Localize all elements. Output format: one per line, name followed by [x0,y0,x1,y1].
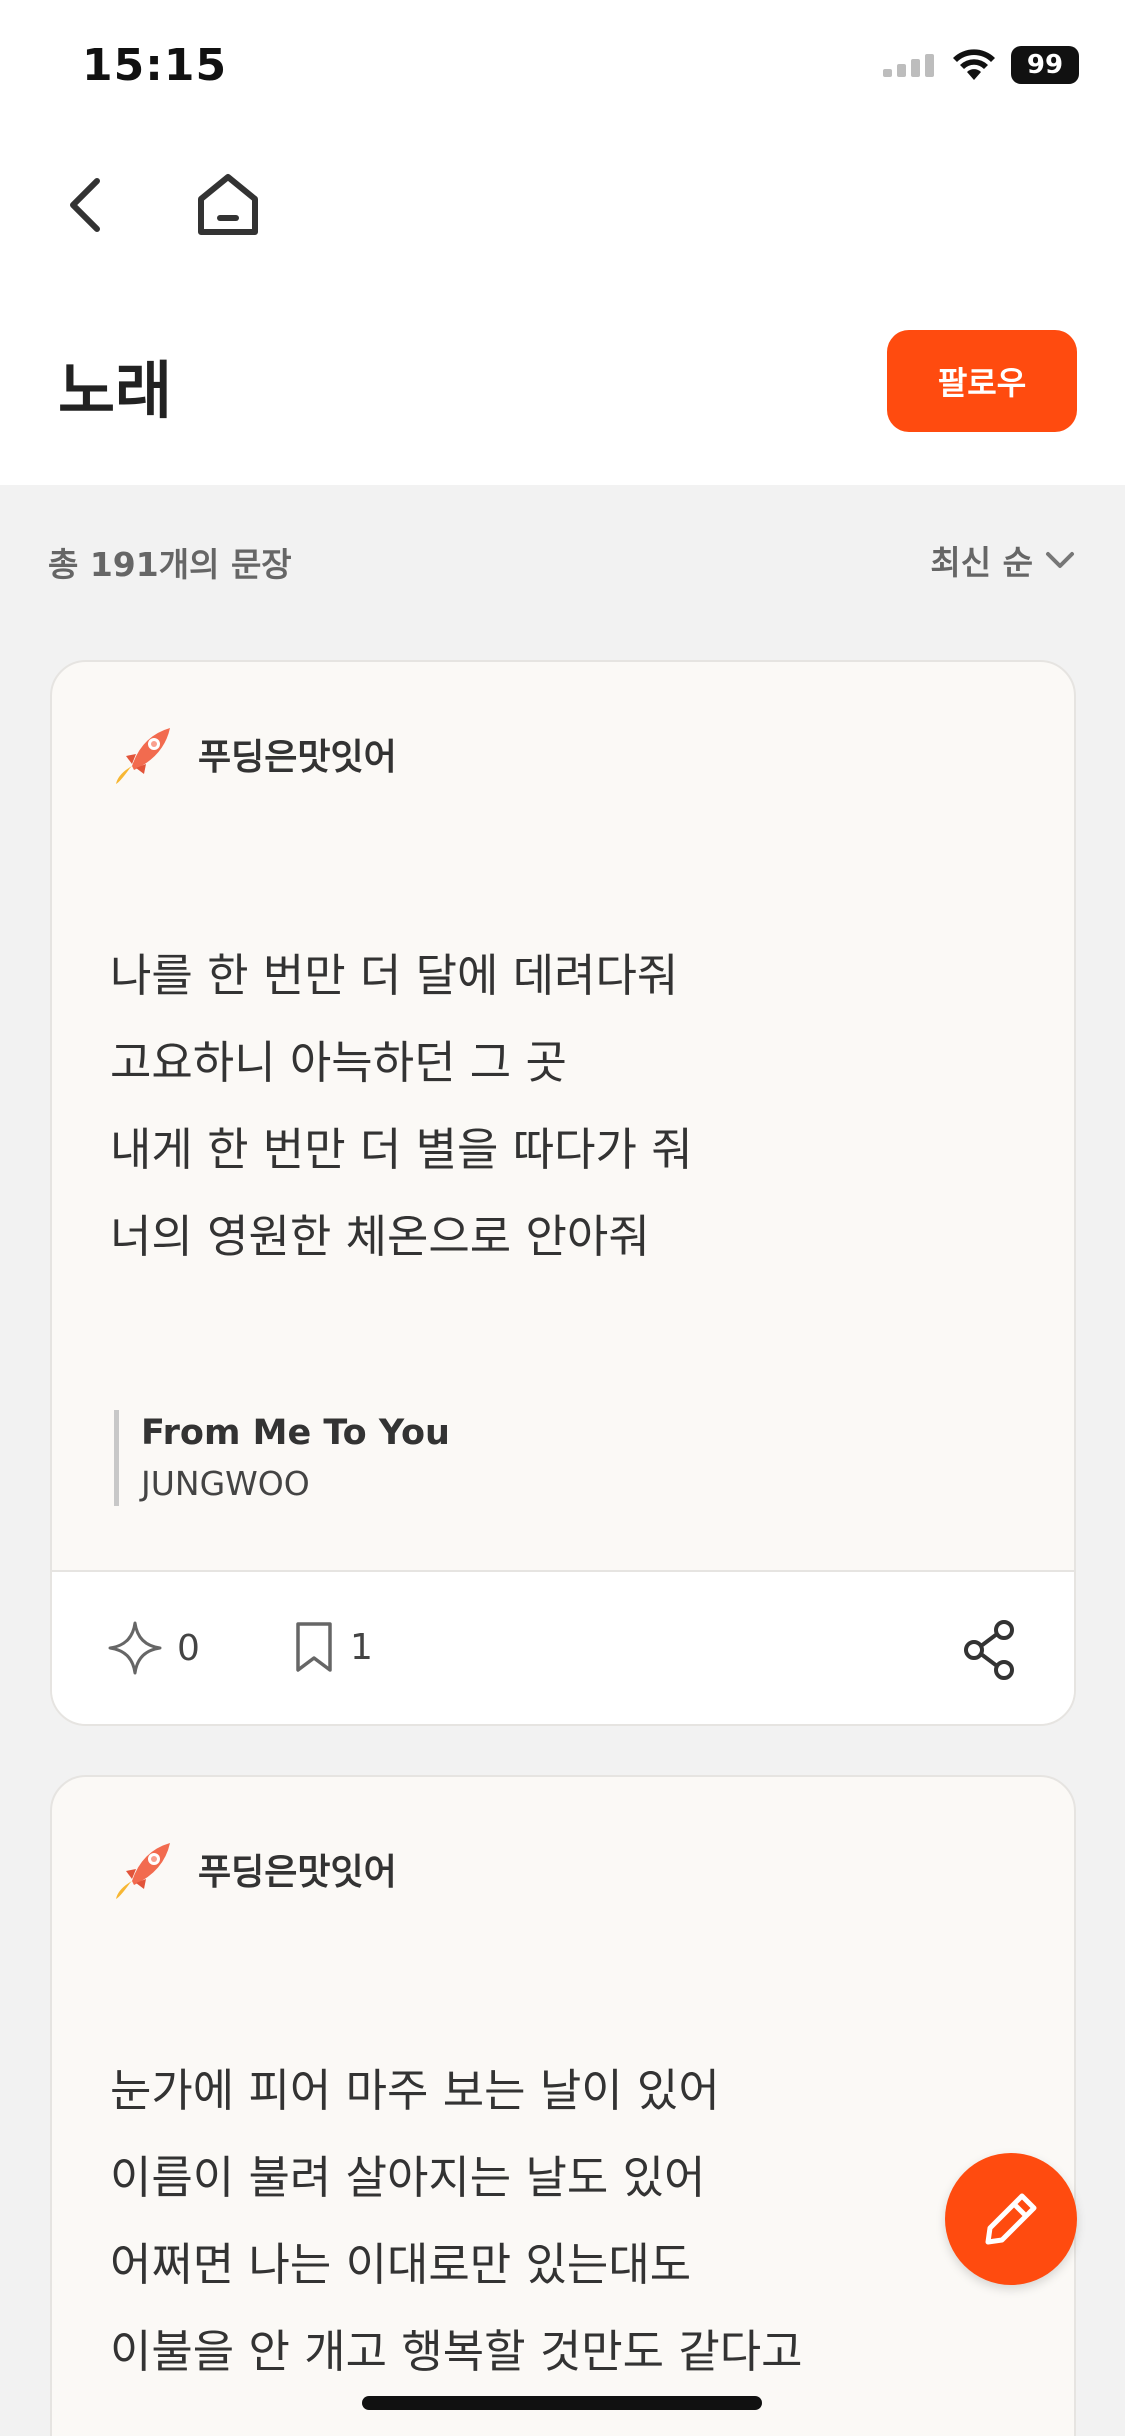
status-icons: 99 [883,46,1079,84]
sparkle-icon [108,1621,162,1675]
song-artist: JUNGWOO [141,1464,310,1503]
card-footer: 0 1 [52,1570,1074,1724]
list-meta: 총 191개의 문장 최신 순 [0,520,1125,600]
cellular-signal-icon [883,54,934,77]
share-button[interactable] [959,1620,1019,1680]
author-row[interactable]: 푸딩은맛잇어 [112,722,397,786]
sentence-card[interactable]: 푸딩은맛잇어 눈가에 피어 마주 보는 날이 있어 이름이 불려 살아지는 날도… [50,1775,1076,2436]
author-name: 푸딩은맛잇어 [198,1852,397,1893]
author-name: 푸딩은맛잇어 [198,737,397,778]
sort-dropdown[interactable]: 최신 순 [930,536,1075,584]
bookmark-button[interactable]: 1 [292,1620,373,1674]
status-bar: 15:15 99 [0,0,1125,130]
quote-text: 나를 한 번만 더 달에 데려다줘 고요하니 아늑하던 그 곳 내게 한 번만 … [110,932,693,1280]
quote-line: 이불을 안 개고 행복할 것만도 같다고 [110,2325,803,2378]
rocket-icon [116,728,170,784]
quote-line: 내게 한 번만 더 별을 따다가 줘 [110,1123,693,1176]
sentence-count: 총 191개의 문장 [48,545,292,584]
like-button[interactable]: 0 [107,1620,200,1676]
quote-text: 눈가에 피어 마주 보는 날이 있어 이름이 불려 살아지는 날도 있어 어쩌면… [110,2047,803,2395]
back-button[interactable] [50,165,120,245]
like-count: 0 [177,1627,200,1669]
quote-line: 어쩌면 나는 이대로만 있는대도 [110,2238,692,2291]
home-indicator [362,2396,762,2410]
quote-line: 이름이 불려 살아지는 날도 있어 [110,2151,706,2204]
wifi-icon [953,49,995,80]
battery-icon: 99 [1011,46,1079,84]
chevron-left-icon [70,178,100,232]
home-icon [198,174,258,235]
quote-line: 너의 영원한 체온으로 안아줘 [110,1210,650,1263]
status-time: 15:15 [82,40,228,91]
header: 노래 팔로우 [0,130,1125,485]
author-row[interactable]: 푸딩은맛잇어 [112,1837,397,1901]
write-button[interactable] [945,2153,1077,2285]
quote-line: 눈가에 피어 마주 보는 날이 있어 [110,2064,720,2117]
follow-button[interactable]: 팔로우 [887,330,1077,432]
song-source[interactable]: From Me To You JUNGWOO [114,1410,450,1506]
sentence-card[interactable]: 푸딩은맛잇어 나를 한 번만 더 달에 데려다줘 고요하니 아늑하던 그 곳 내… [50,660,1076,1726]
bookmark-count: 1 [350,1626,373,1668]
song-title: From Me To You [141,1413,450,1453]
share-icon [964,1620,1014,1680]
chevron-down-icon [1046,552,1074,568]
rocket-icon [116,1843,170,1899]
pencil-icon [985,2193,1037,2245]
sort-label: 최신 순 [930,543,1033,582]
quote-line: 나를 한 번만 더 달에 데려다줘 [110,949,679,1002]
page-title: 노래 [58,354,173,427]
home-button[interactable] [188,165,268,245]
bookmark-icon [296,1622,332,1672]
quote-line: 고요하니 아늑하던 그 곳 [110,1036,567,1089]
